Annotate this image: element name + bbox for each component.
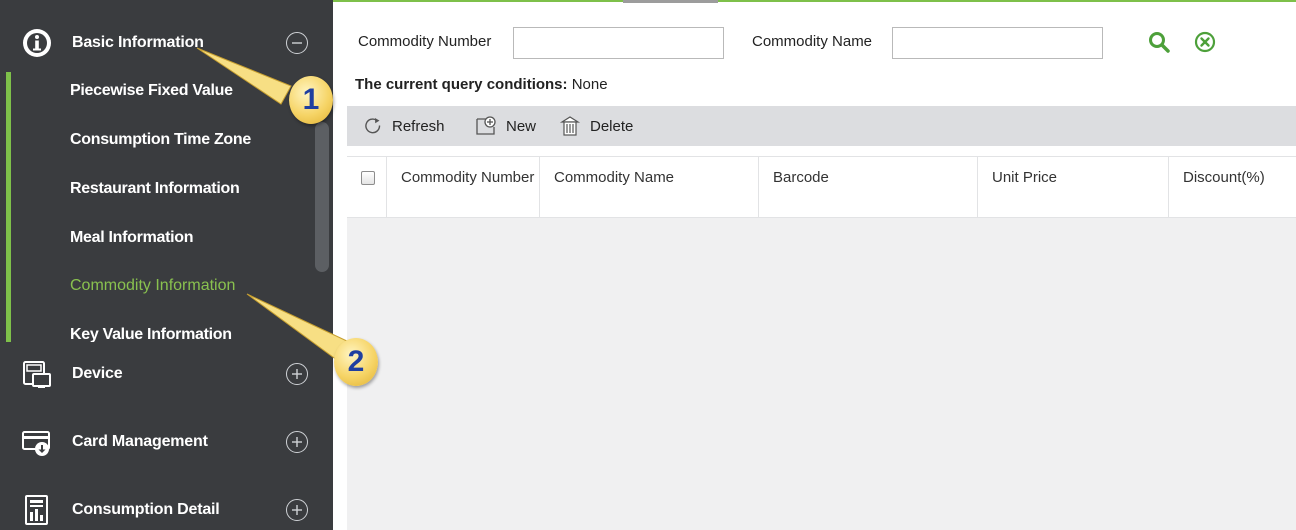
sidebar-group-label: Card Management [72, 433, 208, 450]
column-header-unit-price[interactable]: Unit Price [978, 157, 1169, 217]
sidebar-item-commodity-information[interactable]: Commodity Information [70, 277, 235, 295]
expand-icon[interactable] [286, 499, 308, 521]
delete-label: Delete [590, 117, 634, 135]
sidebar-group-card-management[interactable]: Card Management [0, 410, 333, 474]
new-label: New [506, 117, 537, 135]
sidebar-item-piecewise-fixed-value[interactable]: Piecewise Fixed Value [70, 82, 233, 100]
sidebar-group-basic-information[interactable]: Basic Information [0, 10, 333, 76]
table-header: Commodity Number Commodity Name Barcode … [347, 156, 1296, 218]
collapse-icon[interactable] [286, 32, 308, 54]
sidebar-group-label: Device [72, 365, 123, 382]
active-tab-indicator [623, 0, 718, 3]
sidebar-submenu: Piecewise Fixed Value Consumption Time Z… [6, 72, 333, 342]
sidebar-group-label: Consumption Detail [72, 501, 220, 518]
sidebar-item-meal-information[interactable]: Meal Information [70, 229, 194, 247]
query-conditions-label: The current query conditions: [355, 76, 568, 93]
sidebar-item-restaurant-information[interactable]: Restaurant Information [70, 180, 240, 198]
report-icon [20, 493, 54, 527]
sidebar-group-device[interactable]: Device [0, 342, 333, 406]
select-all-cell [347, 157, 387, 217]
expand-icon[interactable] [286, 431, 308, 453]
query-conditions-value: None [571, 76, 608, 93]
query-conditions: The current query conditions: None [355, 76, 608, 93]
commodity-number-label: Commodity Number [358, 33, 492, 50]
commodity-name-label: Commodity Name [752, 33, 873, 50]
main-content: Commodity Number Commodity Name The curr… [333, 0, 1296, 530]
new-icon [476, 116, 496, 135]
sidebar: Basic Information Piecewise Fixed Value … [0, 0, 333, 530]
card-icon [20, 425, 54, 459]
commodity-name-input[interactable] [892, 27, 1103, 59]
top-accent-bar [333, 0, 1296, 2]
toolbar: Refresh New Delete [347, 106, 1296, 146]
table-body [347, 218, 1296, 530]
column-header-commodity-name[interactable]: Commodity Name [540, 157, 759, 217]
sidebar-scrollbar[interactable] [315, 122, 329, 272]
device-icon [20, 357, 54, 391]
delete-button[interactable]: Delete [559, 106, 633, 146]
select-all-checkbox[interactable] [361, 171, 375, 185]
search-icon[interactable] [1145, 28, 1173, 56]
info-icon [20, 26, 54, 60]
column-header-discount[interactable]: Discount(%) [1169, 157, 1296, 217]
sidebar-group-consumption-detail[interactable]: Consumption Detail [0, 478, 333, 530]
new-button[interactable]: New [475, 106, 536, 146]
clear-icon[interactable] [1191, 28, 1219, 56]
sidebar-group-label: Basic Information [72, 34, 204, 51]
column-header-commodity-number[interactable]: Commodity Number [387, 157, 540, 217]
delete-icon [559, 116, 581, 136]
refresh-icon [365, 118, 381, 134]
expand-icon[interactable] [286, 363, 308, 385]
refresh-button[interactable]: Refresh [363, 106, 445, 146]
refresh-label: Refresh [392, 117, 445, 135]
column-header-barcode[interactable]: Barcode [759, 157, 978, 217]
commodity-number-input[interactable] [513, 27, 724, 59]
sidebar-item-consumption-time-zone[interactable]: Consumption Time Zone [70, 131, 251, 149]
sidebar-item-key-value-information[interactable]: Key Value Information [70, 326, 232, 342]
